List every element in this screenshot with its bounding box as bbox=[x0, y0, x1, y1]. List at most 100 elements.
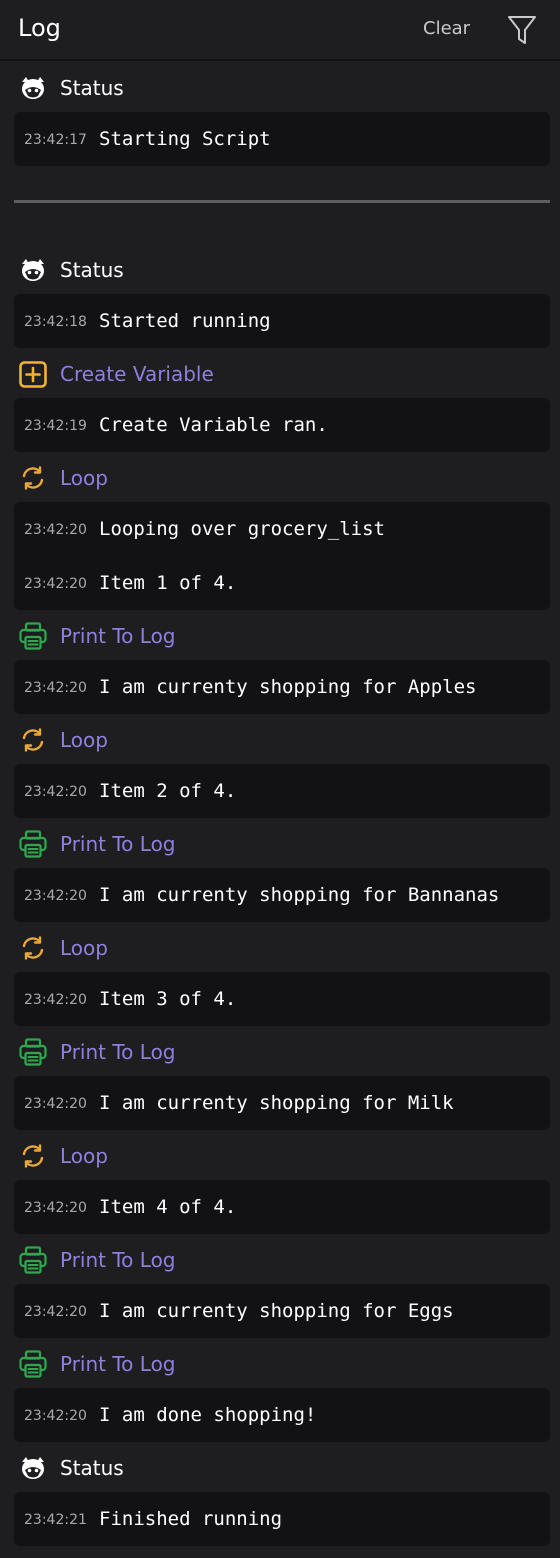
log-group-loop: Loop 23:42:20 Item 3 of 4. bbox=[0, 922, 560, 1026]
log-timestamp: 23:42:20 bbox=[24, 522, 87, 538]
log-entries: 23:42:17 Starting Script bbox=[14, 112, 550, 166]
log-group-print: Print To Log 23:42:20 I am currenty shoppi… bbox=[0, 818, 560, 922]
log-message: Item 3 of 4. bbox=[99, 988, 237, 1010]
log-message: I am done shopping! bbox=[99, 1404, 317, 1426]
log-group-label: Print To Log bbox=[60, 1248, 176, 1272]
log-group-label: Print To Log bbox=[60, 832, 176, 856]
plus-square-icon bbox=[18, 359, 48, 389]
log-entry: 23:42:20 I am done shopping! bbox=[14, 1388, 550, 1442]
log-message: Item 4 of 4. bbox=[99, 1196, 237, 1218]
log-entries: 23:42:21 Finished running bbox=[14, 1492, 550, 1546]
log-header: Log Clear bbox=[0, 0, 560, 61]
log-entry: 23:42:17 Starting Script bbox=[14, 112, 550, 166]
log-entries: 23:42:19 Create Variable ran. bbox=[14, 398, 550, 452]
log-group-header: Loop bbox=[0, 922, 560, 972]
printer-icon bbox=[18, 829, 48, 859]
status-mascot-icon bbox=[18, 73, 48, 103]
printer-icon bbox=[18, 621, 48, 651]
run-divider bbox=[14, 200, 550, 203]
log-entries: 23:42:20 I am currenty shopping for Banna… bbox=[14, 868, 550, 922]
log-group-label: Loop bbox=[60, 936, 108, 960]
log-group-loop: Loop 23:42:20 Looping over grocery_list 23:… bbox=[0, 452, 560, 610]
log-group-loop: Loop 23:42:20 Item 4 of 4. bbox=[0, 1130, 560, 1234]
clear-button[interactable]: Clear bbox=[423, 17, 470, 41]
printer-icon bbox=[18, 1349, 48, 1379]
log-group-header: Print To Log bbox=[0, 610, 560, 660]
log-message: Finished running bbox=[99, 1508, 283, 1530]
log-entry: 23:42:20 I am currenty shopping for Banna… bbox=[14, 868, 550, 922]
log-timestamp: 23:42:17 bbox=[24, 132, 87, 148]
log-group-label: Print To Log bbox=[60, 1040, 176, 1064]
log-timestamp: 23:42:18 bbox=[24, 314, 87, 330]
log-group-label: Print To Log bbox=[60, 624, 176, 648]
log-group-header: Loop bbox=[0, 1130, 560, 1180]
log-list: Status 23:42:17 Starting Script Status 23:4… bbox=[0, 62, 560, 1546]
log-group-print: Print To Log 23:42:20 I am currenty shoppi… bbox=[0, 1026, 560, 1130]
log-group-header: Print To Log bbox=[0, 1026, 560, 1076]
printer-icon bbox=[18, 1037, 48, 1067]
log-entries: 23:42:20 Item 4 of 4. bbox=[14, 1180, 550, 1234]
log-message: I am currenty shopping for Apples bbox=[99, 676, 477, 698]
log-group-label: Loop bbox=[60, 728, 108, 752]
page-title: Log bbox=[18, 14, 61, 42]
log-timestamp: 23:42:20 bbox=[24, 992, 87, 1008]
log-message: Item 2 of 4. bbox=[99, 780, 237, 802]
log-entries: 23:42:20 I am done shopping! bbox=[14, 1388, 550, 1442]
printer-icon bbox=[18, 1245, 48, 1275]
log-timestamp: 23:42:20 bbox=[24, 1408, 87, 1424]
log-timestamp: 23:42:19 bbox=[24, 418, 87, 434]
log-entries: 23:42:18 Started running bbox=[14, 294, 550, 348]
status-mascot-icon bbox=[18, 1453, 48, 1483]
log-group-loop: Loop 23:42:20 Item 2 of 4. bbox=[0, 714, 560, 818]
log-group-label: Status bbox=[60, 76, 124, 100]
log-entries: 23:42:20 Looping over grocery_list 23:42:2… bbox=[14, 502, 550, 610]
log-group-header: Loop bbox=[0, 714, 560, 764]
log-message: Starting Script bbox=[99, 128, 271, 150]
log-group-header: Status bbox=[0, 62, 560, 112]
run-section: Status 23:42:18 Started running Create Vari… bbox=[0, 244, 560, 1546]
log-timestamp: 23:42:20 bbox=[24, 1304, 87, 1320]
log-entry: 23:42:20 I am currenty shopping for Milk bbox=[14, 1076, 550, 1130]
log-group-header: Print To Log bbox=[0, 1234, 560, 1284]
status-mascot-icon bbox=[18, 255, 48, 285]
run-section: Status 23:42:17 Starting Script bbox=[0, 62, 560, 166]
log-group-create-variable: Create Variable 23:42:19 Create Variable r… bbox=[0, 348, 560, 452]
log-group-header: Status bbox=[0, 1442, 560, 1492]
log-timestamp: 23:42:20 bbox=[24, 888, 87, 904]
log-group-label: Loop bbox=[60, 466, 108, 490]
log-message: Started running bbox=[99, 310, 271, 332]
log-group-header: Loop bbox=[0, 452, 560, 502]
log-message: I am currenty shopping for Bannanas bbox=[99, 884, 500, 906]
loop-icon bbox=[18, 1141, 48, 1171]
filter-button[interactable] bbox=[506, 14, 538, 46]
log-group-header: Status bbox=[0, 244, 560, 294]
log-entries: 23:42:20 Item 3 of 4. bbox=[14, 972, 550, 1026]
log-message: Looping over grocery_list bbox=[99, 518, 385, 540]
log-message: I am currenty shopping for Eggs bbox=[99, 1300, 454, 1322]
log-timestamp: 23:42:20 bbox=[24, 1200, 87, 1216]
log-group-label: Loop bbox=[60, 1144, 108, 1168]
log-message: Create Variable ran. bbox=[99, 414, 328, 436]
log-group-status: Status 23:42:18 Started running bbox=[0, 244, 560, 348]
log-entries: 23:42:20 I am currenty shopping for Apple… bbox=[14, 660, 550, 714]
log-entry: 23:42:20 Item 2 of 4. bbox=[14, 764, 550, 818]
log-timestamp: 23:42:21 bbox=[24, 1512, 87, 1528]
log-timestamp: 23:42:20 bbox=[24, 784, 87, 800]
log-timestamp: 23:42:20 bbox=[24, 1096, 87, 1112]
log-entries: 23:42:20 I am currenty shopping for Eggs bbox=[14, 1284, 550, 1338]
log-group-print: Print To Log 23:42:20 I am done shopping! bbox=[0, 1338, 560, 1442]
log-entry: 23:42:20 I am currenty shopping for Eggs bbox=[14, 1284, 550, 1338]
log-entry: 23:42:20 Item 4 of 4. bbox=[14, 1180, 550, 1234]
log-group-status: Status 23:42:17 Starting Script bbox=[0, 62, 560, 166]
log-entry: 23:42:21 Finished running bbox=[14, 1492, 550, 1546]
log-message: I am currenty shopping for Milk bbox=[99, 1092, 454, 1114]
filter-icon bbox=[508, 16, 536, 44]
log-entry: 23:42:18 Started running bbox=[14, 294, 550, 348]
log-group-label: Status bbox=[60, 1456, 124, 1480]
loop-icon bbox=[18, 933, 48, 963]
log-group-status: Status 23:42:21 Finished running bbox=[0, 1442, 560, 1546]
log-group-header: Create Variable bbox=[0, 348, 560, 398]
loop-icon bbox=[18, 463, 48, 493]
log-entry: 23:42:19 Create Variable ran. bbox=[14, 398, 550, 452]
log-entry: 23:42:20 Item 3 of 4. bbox=[14, 972, 550, 1026]
